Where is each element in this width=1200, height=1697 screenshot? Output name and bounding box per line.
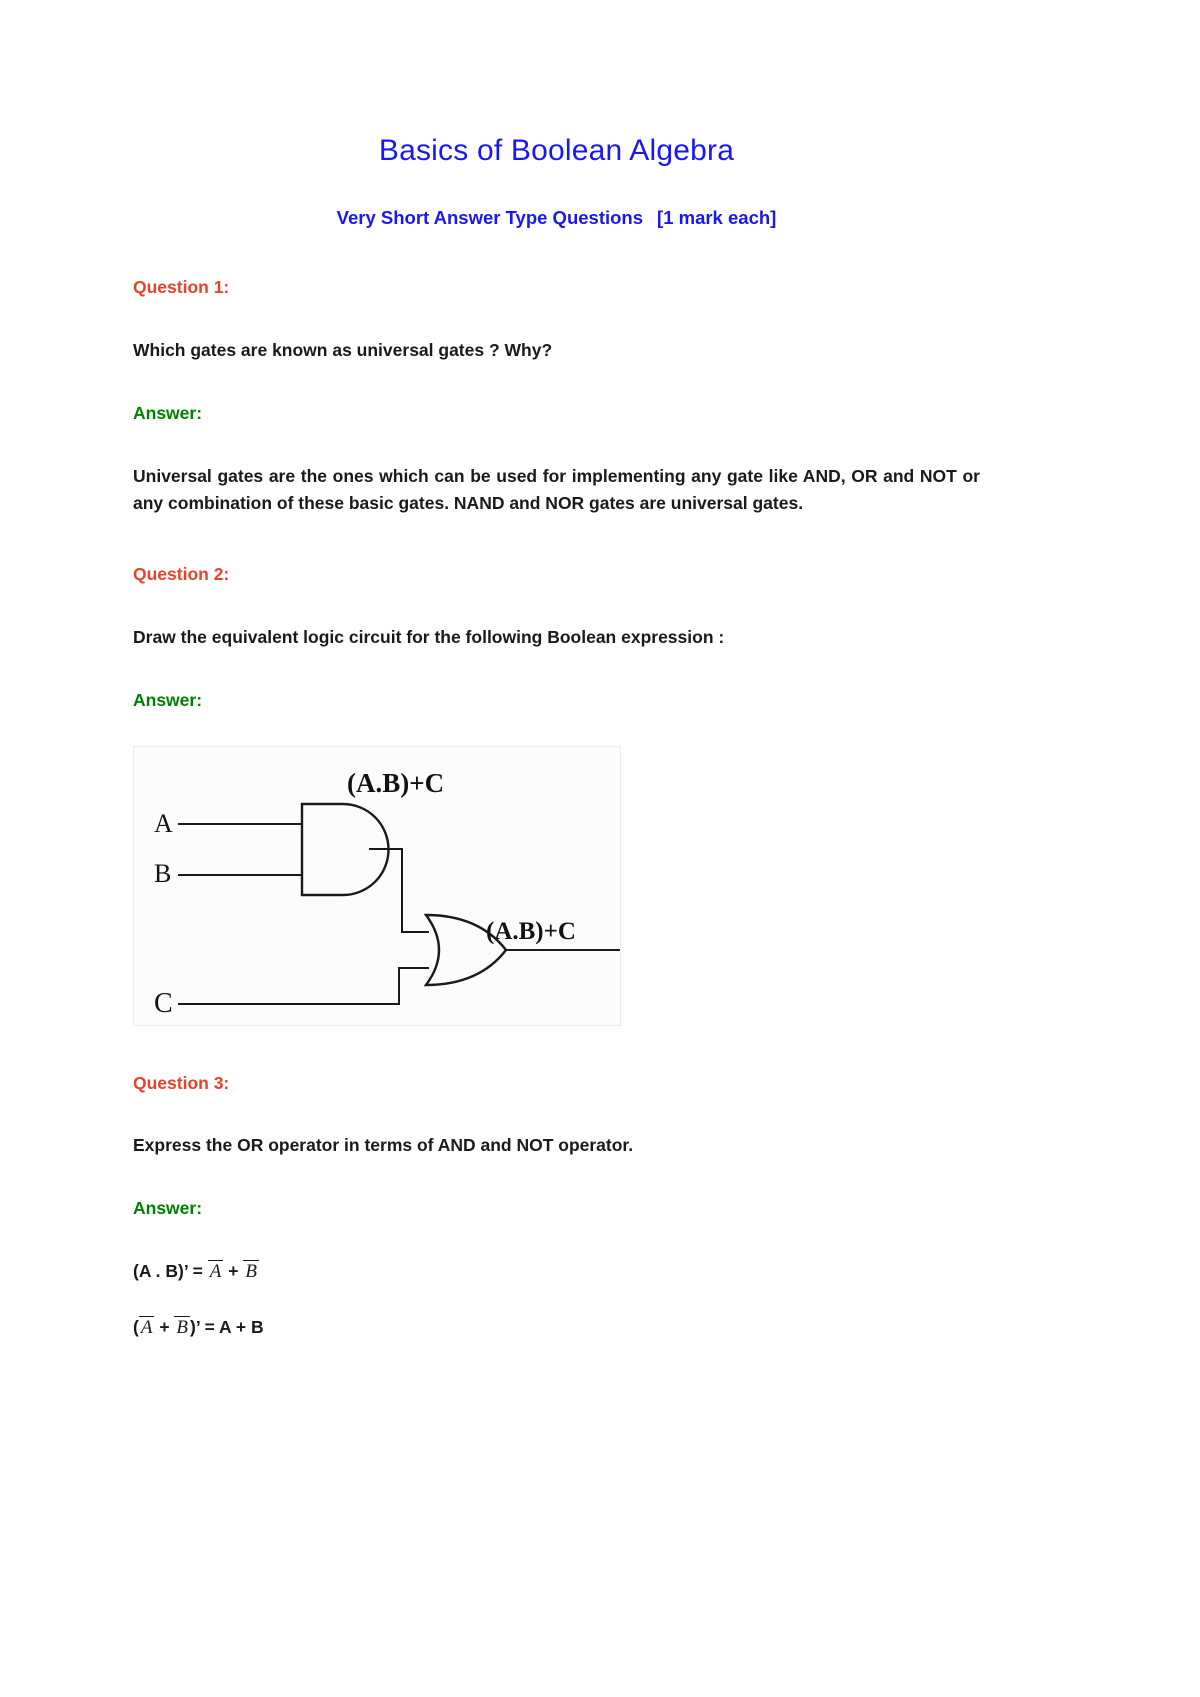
- document-page: Basics of Boolean Algebra Very Short Ans…: [0, 0, 1200, 1697]
- formula-2-operator: +: [159, 1317, 170, 1338]
- question-3-text: Express the OR operator in terms of AND …: [133, 1135, 634, 1156]
- question-1-text: Which gates are known as universal gates…: [133, 339, 553, 360]
- formula-2-term-b-bar: B: [174, 1316, 191, 1339]
- document-subtitle: Very Short Answer Type Questions [1 mark …: [133, 169, 980, 230]
- question-2-text: Draw the equivalent logic circuit for th…: [133, 626, 725, 647]
- formula-line-1: (A . B)’ = A + B: [133, 1258, 980, 1284]
- formula-line-2: (A + B)’ = A + B: [133, 1314, 980, 1340]
- formula-1-term-b-bar: B: [243, 1260, 259, 1283]
- formula-2-term-a-bar: A: [138, 1316, 155, 1339]
- circuit-input-c-label: C: [154, 988, 173, 1019]
- logic-circuit-figure: (A.B)+C A B C (A.B)+C: [133, 745, 621, 1026]
- formula-2-close: )’ = A + B: [190, 1317, 264, 1338]
- answer-1-heading: Answer:: [133, 402, 203, 423]
- subtitle-marks-text: [1 mark each]: [657, 207, 777, 228]
- question-2-heading: Question 2:: [133, 563, 230, 584]
- question-3-heading: Question 3:: [133, 1072, 230, 1093]
- wire-input-c: [178, 966, 429, 1005]
- answer-1-text: Universal gates are the ones which can b…: [133, 465, 980, 513]
- document-content: Basics of Boolean Algebra Very Short Ans…: [133, 0, 980, 1341]
- logic-circuit-diagram: (A.B)+C A B C (A.B)+C: [154, 768, 620, 1019]
- answer-2-heading: Answer:: [133, 689, 203, 710]
- formula-1-operator: +: [228, 1261, 239, 1282]
- circuit-input-a-label: A: [154, 809, 173, 838]
- formula-1-term-a-bar: A: [207, 1260, 224, 1283]
- question-1-heading: Question 1:: [133, 277, 230, 298]
- subtitle-main-text: Very Short Answer Type Questions: [336, 207, 644, 228]
- circuit-input-b-label: B: [154, 859, 171, 888]
- wire-and-to-or: [369, 847, 429, 933]
- circuit-output-label: (A.B)+C: [486, 918, 576, 945]
- circuit-caption-top: (A.B)+C: [347, 768, 444, 798]
- formula-1-lhs: (A . B)’ =: [133, 1261, 203, 1282]
- page-title: Basics of Boolean Algebra: [378, 134, 735, 167]
- answer-3-heading: Answer:: [133, 1198, 203, 1219]
